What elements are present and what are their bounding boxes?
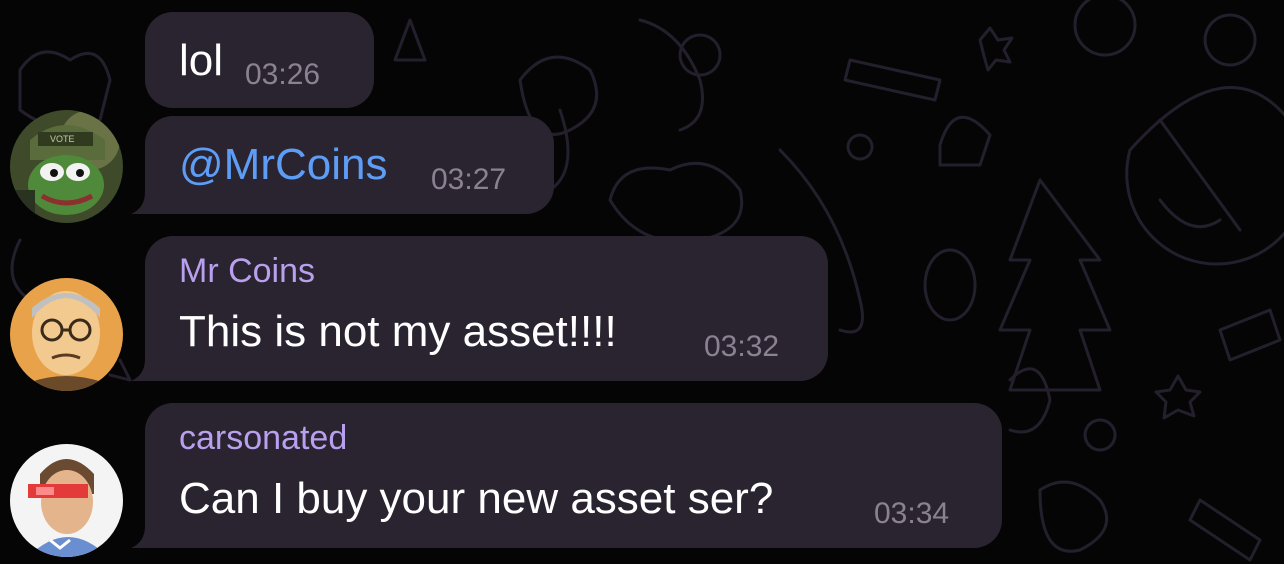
message-timestamp: 03:27 [431, 163, 507, 196]
sender-name[interactable]: carsonated [179, 419, 347, 458]
message-text: lol [179, 36, 224, 85]
message-bubble[interactable]: lol 03:26 [145, 12, 374, 108]
bubble-tail-icon [131, 359, 153, 381]
message-bubble[interactable]: @MrCoins 03:27 [131, 116, 554, 214]
message-timestamp: 03:34 [874, 497, 950, 530]
message-timestamp: 03:32 [704, 330, 780, 363]
message-timestamp: 03:26 [245, 58, 321, 91]
message-bubble[interactable]: carsonated Can I buy your new asset ser?… [131, 403, 1002, 548]
svg-text:VOTE: VOTE [50, 134, 75, 144]
mr-coins-avatar[interactable] [10, 278, 123, 391]
mention-link[interactable]: @MrCoins [179, 140, 387, 190]
message-text: Can I buy your new asset ser? [179, 474, 774, 523]
pepe-avatar[interactable]: VOTE [10, 110, 123, 223]
sender-name[interactable]: Mr Coins [179, 252, 315, 291]
carsonated-avatar[interactable] [10, 444, 123, 557]
message-text: This is not my asset!!!! [179, 307, 617, 356]
bubble-tail-icon [131, 526, 153, 548]
bubble-tail-icon [131, 192, 153, 214]
message-bubble[interactable]: Mr Coins This is not my asset!!!! 03:32 [131, 236, 828, 381]
